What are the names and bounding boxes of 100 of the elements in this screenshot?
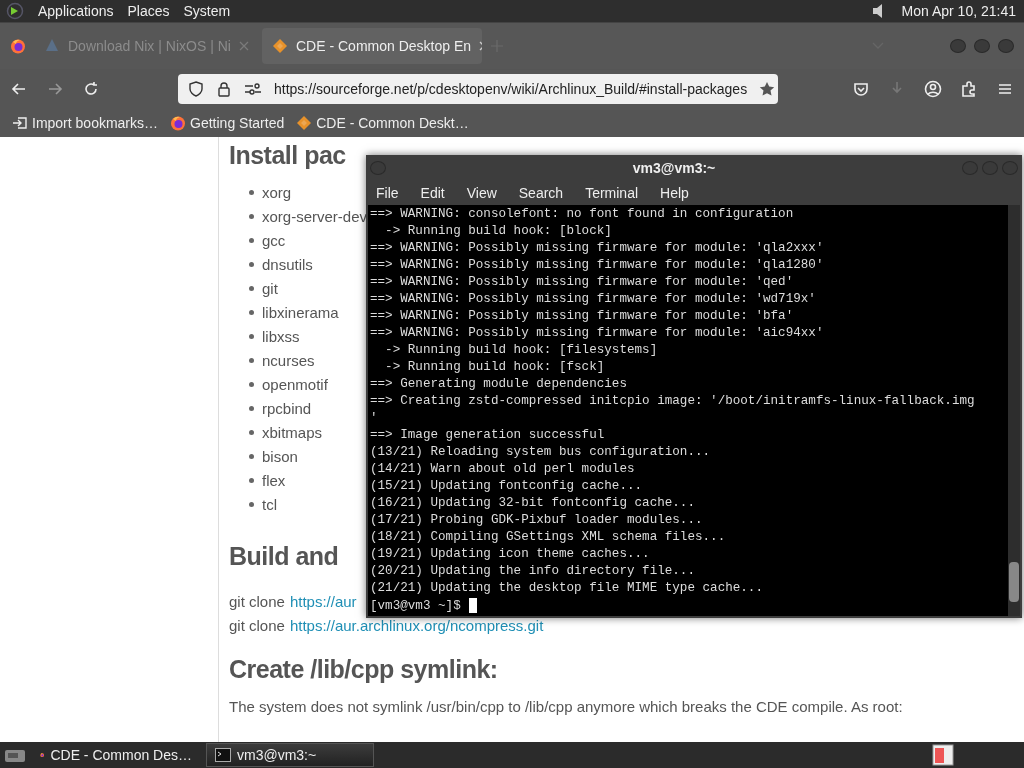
firefox-view-icon xyxy=(10,38,26,54)
terminal-line: ==> WARNING: Possibly missing firmware for module: 'qed' xyxy=(370,274,795,291)
section-heading: Build and xyxy=(229,542,339,571)
terminal-line: (20/21) Updating the info directory file... xyxy=(370,563,696,580)
terminal-line: ==> WARNING: Possibly missing firmware for module: 'bfa' xyxy=(370,308,795,325)
panel-menu[interactable]: Places xyxy=(127,3,170,19)
window-button[interactable] xyxy=(974,39,990,53)
terminal-icon xyxy=(215,748,231,762)
panel-menu[interactable]: System xyxy=(183,3,231,19)
package-name: ncurses xyxy=(262,351,315,369)
terminal-line: (14/21) Warn about old perl modules xyxy=(370,461,636,478)
logo-icon[interactable] xyxy=(6,2,24,20)
package-name: flex xyxy=(262,471,286,489)
shield-icon xyxy=(188,81,204,97)
puzzle-icon[interactable] xyxy=(960,80,978,98)
url-text: https://sourceforge.net/p/cdesktopenv/wiki/Archlinux_Build/#install-packages xyxy=(274,81,748,97)
account-icon[interactable] xyxy=(924,80,942,98)
package-name: libxinerama xyxy=(262,303,339,321)
address-bar[interactable]: https://sourceforge.net/p/cdesktopenv/wiki/Archlinux_Build/#install-packages xyxy=(178,74,778,104)
bookmark[interactable]: Getting Started xyxy=(190,115,285,131)
menu-item[interactable]: File xyxy=(376,184,399,201)
bullet-icon xyxy=(249,501,254,507)
bullet-icon xyxy=(249,405,254,411)
package-name: xbitmaps xyxy=(262,423,323,441)
command-text: git clone xyxy=(229,616,285,634)
package-name: libxss xyxy=(262,327,300,345)
bullet-icon xyxy=(249,309,254,315)
scrollbar[interactable] xyxy=(1008,205,1020,616)
menu-item[interactable]: View xyxy=(466,184,497,201)
panel-menu[interactable]: Applications xyxy=(38,3,114,19)
terminal-line: ' xyxy=(370,410,379,427)
terminal-line: ==> WARNING: Possibly missing firmware for module: 'wd719x' xyxy=(370,291,817,308)
browser-tab[interactable]: CDE - Common Desktop En xyxy=(262,28,482,64)
window-list-icon[interactable] xyxy=(932,744,954,766)
window-title: vm3@vm3:~ xyxy=(631,159,717,176)
bullet-icon xyxy=(249,453,254,459)
package-name: gcc xyxy=(262,231,286,249)
menu-item[interactable]: Terminal xyxy=(585,184,639,201)
terminal-line: ==> WARNING: Possibly missing firmware for module: 'qla1280' xyxy=(370,257,825,274)
bullet-icon xyxy=(249,357,254,363)
bullet-icon xyxy=(249,429,254,435)
star-icon[interactable] xyxy=(759,81,776,97)
terminal-line: (17/21) Probing GDK-Pixbuf loader modules... xyxy=(370,512,704,529)
repo-link[interactable]: https://aur xyxy=(289,592,357,610)
section-heading: Install pac xyxy=(229,141,346,170)
terminal-line: (13/21) Reloading system bus configuration... xyxy=(370,444,712,461)
section-heading: Create /lib/cpp symlink: xyxy=(229,655,498,684)
terminal-line: -> Running build hook: [filesystems] xyxy=(384,342,659,359)
bullet-icon xyxy=(249,333,254,339)
package-name: bison xyxy=(262,447,298,465)
taskbar-button[interactable]: vm3@vm3:~ xyxy=(206,743,374,767)
package-name: tcl xyxy=(262,495,277,513)
terminal-line: -> Running build hook: [fsck] xyxy=(384,359,606,376)
package-name: git xyxy=(262,279,278,297)
package-name: xorg xyxy=(262,183,292,201)
scrollbar-thumb[interactable] xyxy=(1009,562,1019,602)
terminal-line: (15/21) Updating fontconfig cache... xyxy=(370,478,644,495)
clock[interactable]: Mon Apr 10, 21:41 xyxy=(901,3,1016,19)
bullet-icon xyxy=(249,261,254,267)
bullet-icon xyxy=(249,285,254,291)
shell-prompt: [vm3@vm3 ~]$ xyxy=(370,598,461,613)
diamond-icon xyxy=(272,38,288,54)
pocket-icon[interactable] xyxy=(852,80,870,98)
import-icon xyxy=(12,115,28,131)
menu-item[interactable]: Help xyxy=(660,184,689,201)
bookmark[interactable]: CDE - Common Deskt… xyxy=(316,115,469,131)
paragraph: The system does not symlink /usr/bin/cpp to /lib/cpp anymore which breaks the CDE compile. As root: xyxy=(229,698,903,715)
terminal-line: ==> WARNING: consolefont: no font found in configuration xyxy=(370,206,795,223)
terminal-line: ==> Image generation successful xyxy=(370,427,606,444)
diamond-icon xyxy=(296,115,313,131)
menu-item[interactable]: Edit xyxy=(420,184,445,201)
package-name: dnsutils xyxy=(262,255,313,273)
window-button[interactable] xyxy=(998,39,1014,53)
repo-link[interactable]: https://aur.archlinux.org/ncompress.git xyxy=(289,616,544,634)
terminal-line: ==> Creating zstd-compressed initcpio image: '/boot/initramfs-linux-fallback.img xyxy=(370,393,976,410)
bullet-icon xyxy=(249,477,254,483)
taskbar-button[interactable]: CDE - Common Des… xyxy=(32,743,200,767)
text-cursor xyxy=(468,598,477,613)
bullet-icon xyxy=(249,237,254,243)
bullet-icon xyxy=(249,189,254,195)
package-name: openmotif xyxy=(262,375,328,393)
terminal-line: (21/21) Updating the desktop file MIME type cache... xyxy=(370,580,764,597)
terminal-line: ==> Generating module dependencies xyxy=(370,376,628,393)
bullet-icon xyxy=(249,213,254,219)
lock-icon xyxy=(216,81,232,97)
terminal-line: (19/21) Updating icon theme caches... xyxy=(370,546,651,563)
package-name: rpcbind xyxy=(262,399,312,417)
package-name: xorg-server-dev xyxy=(262,207,368,225)
terminal-line: (18/21) Compiling GSettings XML schema files... xyxy=(370,529,727,546)
menu-item[interactable]: Search xyxy=(518,184,564,201)
sliders-icon xyxy=(244,82,262,96)
tab-title: CDE - Common Desktop En xyxy=(296,38,472,54)
bookmark[interactable]: Import bookmarks… xyxy=(32,115,159,131)
terminal-line: ==> WARNING: Possibly missing firmware for module: 'aic94xx' xyxy=(370,325,825,342)
terminal-line: -> Running build hook: [block] xyxy=(384,223,613,240)
window-button[interactable] xyxy=(950,39,966,53)
terminal-line: ==> WARNING: Possibly missing firmware for module: 'qla2xxx' xyxy=(370,240,825,257)
bullet-icon xyxy=(249,381,254,387)
reload-icon[interactable] xyxy=(82,80,100,98)
terminal-line: (16/21) Updating 32-bit fontconfig cache... xyxy=(370,495,696,512)
